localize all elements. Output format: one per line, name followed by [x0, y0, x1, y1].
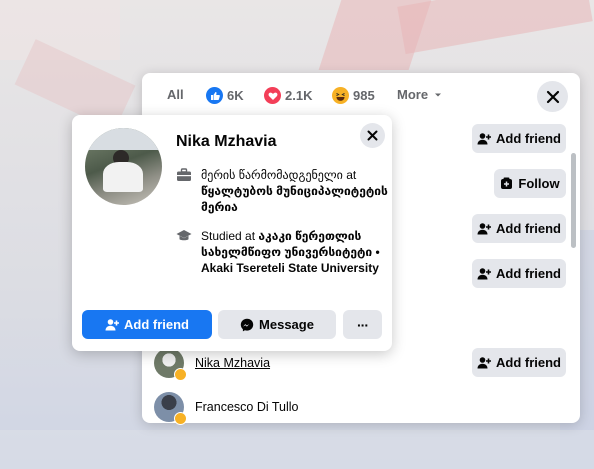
- avatar[interactable]: [154, 392, 187, 425]
- close-card-button[interactable]: [360, 123, 385, 148]
- add-friend-primary-button[interactable]: Add friend: [82, 310, 212, 339]
- tab-more[interactable]: More: [397, 87, 444, 102]
- love-reaction-icon: [264, 87, 281, 104]
- tab-love-count: 2.1K: [285, 88, 313, 103]
- follow-button[interactable]: Follow: [494, 169, 566, 198]
- scrollbar[interactable]: [571, 153, 576, 248]
- add-friend-icon: [477, 267, 491, 279]
- caret-down-icon: [435, 93, 442, 96]
- tab-haha-count: 985: [353, 88, 375, 103]
- add-friend-label: Add friend: [496, 131, 561, 146]
- follow-icon: [501, 177, 513, 189]
- tab-love[interactable]: 2.1K: [264, 87, 312, 104]
- tab-like-count: 6K: [227, 88, 244, 103]
- reaction-tabs: All 6K 2.1K 985 More: [142, 73, 580, 119]
- tab-haha[interactable]: 985: [332, 87, 375, 104]
- profile-name[interactable]: Nika Mzhavia: [176, 133, 276, 151]
- message-label: Message: [259, 317, 314, 332]
- list-item[interactable]: Nika Mzhavia: [154, 348, 270, 381]
- person-name-link[interactable]: Nika Mzhavia: [195, 356, 270, 370]
- add-friend-icon: [477, 356, 491, 368]
- close-icon: [367, 130, 378, 141]
- more-options-icon: ···: [357, 316, 369, 333]
- avatar[interactable]: [154, 348, 187, 381]
- person-name[interactable]: Francesco Di Tullo: [195, 400, 299, 414]
- close-dialog-button[interactable]: [537, 81, 568, 112]
- add-friend-icon: [477, 222, 491, 234]
- messenger-icon: [240, 318, 254, 331]
- add-friend-label: Add friend: [124, 317, 189, 332]
- work-place-link[interactable]: წყალტუბოს მუნიციპალიტეტის მერია: [201, 184, 388, 214]
- more-options-button[interactable]: ···: [343, 310, 382, 339]
- work-info: მერის წარმომადგენელი at წყალტუბოს მუნიცი…: [176, 167, 391, 215]
- list-item[interactable]: Francesco Di Tullo: [154, 392, 299, 425]
- tab-all[interactable]: All: [167, 87, 184, 102]
- haha-reaction-icon: [174, 368, 187, 381]
- like-reaction-icon: [206, 87, 223, 104]
- education-prefix: Studied at: [201, 229, 256, 243]
- tab-like[interactable]: 6K: [206, 87, 244, 104]
- add-friend-icon: [477, 132, 491, 144]
- tab-more-label: More: [397, 87, 429, 102]
- work-prefix: მერის წარმომადგენელი at: [201, 168, 357, 182]
- add-friend-button[interactable]: Add friend: [472, 259, 566, 288]
- add-friend-label: Add friend: [496, 266, 561, 281]
- profile-hover-card: Nika Mzhavia მერის წარმომადგენელი at წყა…: [72, 115, 392, 351]
- graduation-cap-icon: [176, 228, 194, 276]
- add-friend-label: Add friend: [496, 221, 561, 236]
- follow-label: Follow: [518, 176, 560, 191]
- add-friend-button[interactable]: Add friend: [472, 348, 566, 377]
- close-icon: [546, 90, 559, 103]
- add-friend-button[interactable]: Add friend: [472, 214, 566, 243]
- add-friend-button[interactable]: Add friend: [472, 124, 566, 153]
- tab-all-label: All: [167, 87, 184, 102]
- haha-reaction-icon: [174, 412, 187, 425]
- education-info: Studied at აკაკი წერეთლის სახელმწიფო უნი…: [176, 228, 391, 276]
- message-button[interactable]: Message: [218, 310, 336, 339]
- briefcase-icon: [176, 167, 194, 215]
- add-friend-icon: [105, 318, 119, 330]
- add-friend-label: Add friend: [496, 355, 561, 370]
- haha-reaction-icon: [332, 87, 349, 104]
- profile-avatar[interactable]: [85, 128, 162, 205]
- card-actions: Add friend Message ···: [82, 310, 382, 339]
